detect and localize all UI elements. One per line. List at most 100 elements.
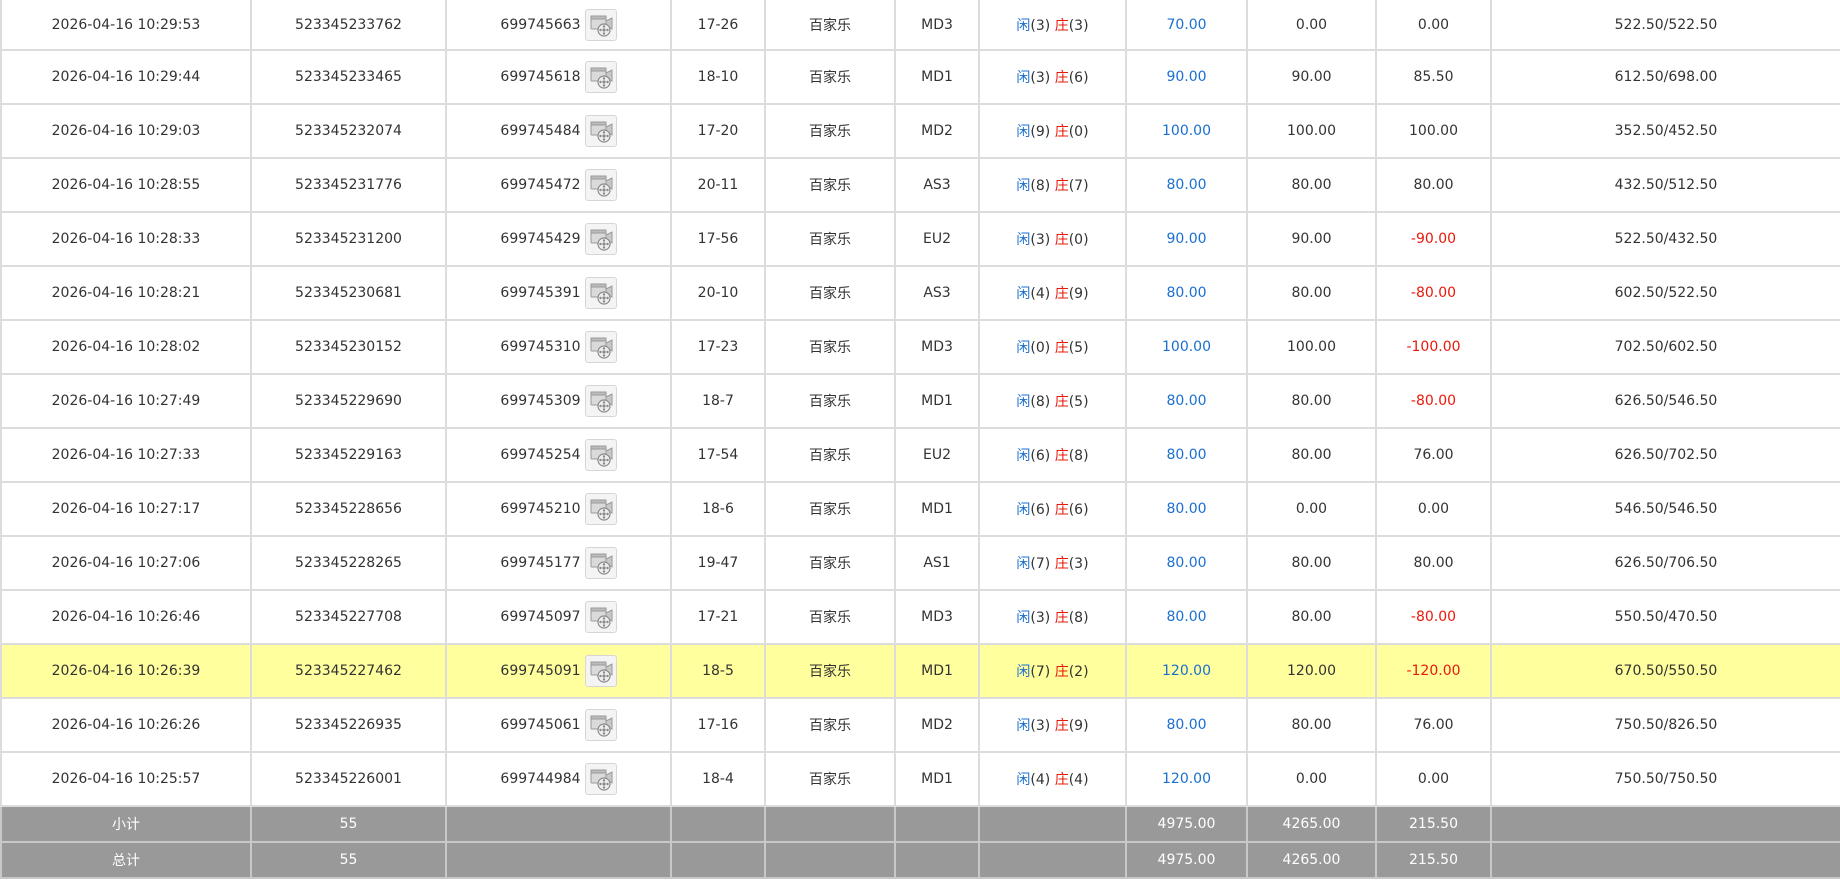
game-type: 百家乐 [764,103,896,159]
summary-empty-cell [978,805,1127,843]
video-replay-icon[interactable] [584,493,617,525]
banker-label: 庄 [1054,178,1069,194]
player-score: (8) [1030,178,1051,194]
shoe-round: 17-16 [670,697,766,753]
balance: 626.50/702.50 [1490,427,1840,483]
win-loss: 76.00 [1375,697,1492,753]
bet-amount: 70.00 [1125,0,1248,51]
shoe-round: 18-10 [670,49,766,105]
subtotal-label: 小计 [0,805,252,843]
bet-time: 2026-04-16 10:27:49 [0,373,252,429]
banker-label: 庄 [1054,664,1069,680]
table-code: MD1 [894,49,980,105]
game-result: 闲(8) 庄(5) [978,373,1127,429]
bet-record-row: 2026-04-16 10:26:26 523345226935 6997450… [0,697,1840,753]
player-score: (3) [1030,70,1051,86]
table-code: AS3 [894,265,980,321]
bet-amount: 100.00 [1125,319,1248,375]
bet-record-row: 2026-04-16 10:27:33 523345229163 6997452… [0,427,1840,483]
table-code: AS1 [894,535,980,591]
bet-number: 523345228265 [250,535,447,591]
banker-score: (9) [1068,718,1089,734]
bet-number: 523345229690 [250,373,447,429]
summary-empty-cell [764,841,896,879]
banker-label: 庄 [1054,232,1069,248]
game-number: 699745391 [500,285,581,301]
video-replay-icon[interactable] [584,277,617,309]
bet-amount: 90.00 [1125,211,1248,267]
bet-amount: 80.00 [1125,373,1248,429]
game-number-cell: 699745210 [445,481,672,537]
player-score: (7) [1030,664,1051,680]
game-number-cell: 699745663 [445,0,672,51]
game-number: 699745663 [500,16,581,33]
bet-time: 2026-04-16 10:27:06 [0,535,252,591]
balance: 702.50/602.50 [1490,319,1840,375]
bet-record-row: 2026-04-16 10:29:53 523345233762 6997456… [0,0,1840,51]
summary-empty-cell [670,841,766,879]
video-replay-icon[interactable] [584,709,617,741]
banker-label: 庄 [1054,448,1069,464]
balance: 670.50/550.50 [1490,643,1840,699]
game-type: 百家乐 [764,265,896,321]
bet-record-row: 2026-04-16 10:28:33 523345231200 6997454… [0,211,1840,267]
bet-record-row: 2026-04-16 10:26:39 523345227462 6997450… [0,643,1840,699]
shoe-round: 18-4 [670,751,766,807]
player-score: (7) [1030,556,1051,572]
win-loss: 80.00 [1375,535,1492,591]
bet-records-body: 2026-04-16 10:29:53 523345233762 6997456… [0,0,1840,807]
game-number-cell: 699745177 [445,535,672,591]
bet-record-row: 2026-04-16 10:29:44 523345233465 6997456… [0,49,1840,105]
video-replay-icon[interactable] [584,763,617,795]
video-replay-icon[interactable] [584,223,617,255]
valid-bet: 80.00 [1246,373,1377,429]
game-result: 闲(3) 庄(6) [978,49,1127,105]
game-result: 闲(3) 庄(8) [978,589,1127,645]
win-loss: 76.00 [1375,427,1492,483]
valid-bet: 0.00 [1246,0,1377,51]
video-replay-icon[interactable] [584,385,617,417]
player-label: 闲 [1016,448,1031,464]
win-loss: -90.00 [1375,211,1492,267]
valid-bet: 100.00 [1246,319,1377,375]
game-type: 百家乐 [764,211,896,267]
video-replay-icon[interactable] [584,169,617,201]
game-type: 百家乐 [764,697,896,753]
game-number: 699745210 [500,501,581,517]
table-code: EU2 [894,211,980,267]
game-result: 闲(0) 庄(5) [978,319,1127,375]
table-code: MD1 [894,751,980,807]
video-replay-icon[interactable] [584,61,617,93]
shoe-round: 17-21 [670,589,766,645]
video-replay-icon[interactable] [584,547,617,579]
video-replay-icon[interactable] [584,331,617,363]
bet-time: 2026-04-16 10:29:44 [0,49,252,105]
bet-number: 523345228656 [250,481,447,537]
bet-number: 523345226935 [250,697,447,753]
bet-time: 2026-04-16 10:26:46 [0,589,252,645]
video-replay-icon[interactable] [584,8,617,41]
bet-amount: 100.00 [1125,103,1248,159]
game-number: 699745310 [500,339,581,355]
video-replay-icon[interactable] [584,439,617,471]
game-number: 699745177 [500,555,581,571]
valid-bet: 100.00 [1246,103,1377,159]
bet-record-row: 2026-04-16 10:25:57 523345226001 6997449… [0,751,1840,807]
valid-bet: 80.00 [1246,427,1377,483]
summary-empty-cell [764,805,896,843]
video-replay-icon[interactable] [584,115,617,147]
bet-amount: 120.00 [1125,751,1248,807]
game-type: 百家乐 [764,751,896,807]
video-replay-icon[interactable] [584,655,617,687]
game-number-cell: 699745061 [445,697,672,753]
balance: 612.50/698.00 [1490,49,1840,105]
game-number-cell: 699745618 [445,49,672,105]
shoe-round: 19-47 [670,535,766,591]
game-type: 百家乐 [764,0,896,51]
table-code: MD2 [894,103,980,159]
game-number: 699745309 [500,393,581,409]
video-replay-icon[interactable] [584,601,617,633]
game-type: 百家乐 [764,643,896,699]
player-score: (8) [1030,394,1051,410]
bet-amount: 80.00 [1125,265,1248,321]
